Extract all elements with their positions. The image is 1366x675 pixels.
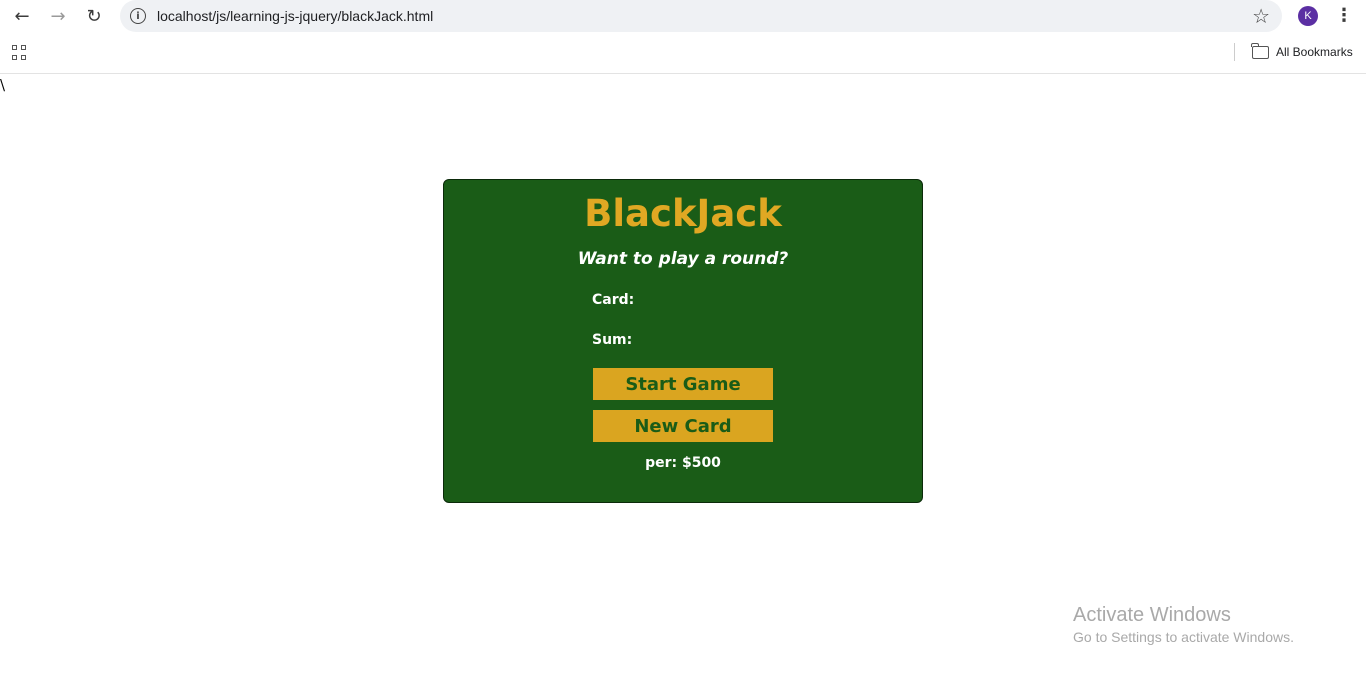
forward-arrow-icon[interactable]: → [45,4,71,30]
watermark-title: Activate Windows [1073,604,1231,626]
watermark-subtitle: Go to Settings to activate Windows. [1073,629,1294,645]
browser-toolbar: ← → ↻ i localhost/js/learning-js-jquery/… [0,0,1366,33]
activate-windows-watermark: Activate Windows Go to Settings to activ… [1073,604,1294,645]
start-game-button[interactable]: Start Game [593,368,773,400]
bookmark-star-icon[interactable]: ☆ [1252,4,1270,28]
game-message: Want to play a round? [577,249,789,269]
game-title: BlackJack [584,192,782,235]
folder-icon[interactable] [1251,43,1269,59]
cards-label: Card: [592,292,635,308]
player-chips-text: per: $500 [645,455,721,471]
new-card-button[interactable]: New Card [593,410,773,442]
url-text[interactable]: localhost/js/learning-js-jquery/blackJac… [157,8,433,24]
site-info-icon[interactable]: i [130,8,146,24]
all-bookmarks-link[interactable]: All Bookmarks [1276,45,1353,59]
profile-avatar[interactable]: K [1298,6,1318,26]
apps-grid-icon[interactable] [12,45,28,61]
sum-label: Sum: [592,332,633,348]
stray-backslash-text: \ [0,76,6,94]
bookmarks-separator [1234,43,1235,61]
back-arrow-icon[interactable]: ← [9,4,35,30]
reload-icon[interactable]: ↻ [81,4,107,30]
address-bar[interactable]: i localhost/js/learning-js-jquery/blackJ… [120,0,1282,32]
blackjack-game-panel: BlackJack Want to play a round? Card: Su… [443,179,923,503]
bookmarks-bar: All Bookmarks [0,33,1366,74]
more-menu-icon[interactable]: ⋮ [1334,4,1354,28]
